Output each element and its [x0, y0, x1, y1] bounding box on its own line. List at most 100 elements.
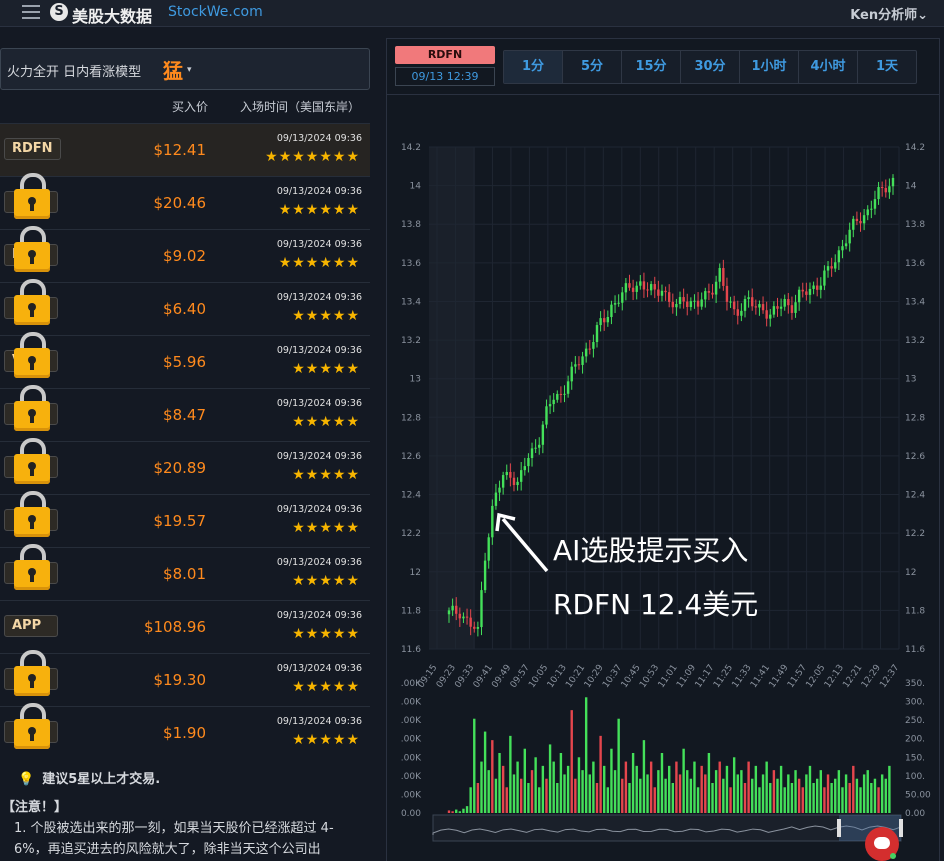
model-strength: 猛	[163, 59, 183, 83]
candle-body	[491, 505, 494, 538]
lock-icon[interactable]	[12, 332, 52, 380]
timeframe-button[interactable]: 1分	[504, 51, 563, 83]
candle-body	[577, 364, 581, 366]
candle-body	[523, 466, 527, 471]
stock-pick-row[interactable]: $8.47 09/13/2024 09:36 ★★★★★	[0, 385, 370, 441]
volume-bar	[595, 783, 599, 813]
candlestick-chart[interactable]: 11.6 11.6 11.8 11.8 12 12 12.2 12.2 12.4 12.4 12.6…	[387, 135, 939, 861]
volume-axis-label-right: 0.00	[905, 809, 925, 819]
candle-body	[646, 289, 649, 291]
candle-body	[639, 281, 642, 286]
candle-body	[613, 303, 617, 305]
candle-body	[700, 299, 703, 307]
volume-bar	[830, 783, 833, 813]
volume-bar	[563, 774, 566, 813]
candle-body	[834, 262, 837, 269]
candle-body	[736, 309, 739, 316]
candle-body	[660, 290, 664, 296]
candle-body	[808, 288, 812, 295]
candle-body	[751, 297, 754, 307]
stock-pick-row[interactable]: $20.46 09/13/2024 09:36 ★★★★★★	[0, 173, 370, 229]
candle-body	[689, 301, 693, 308]
entry-time: 09/13/2024 09:36	[276, 292, 362, 303]
candle-body	[880, 187, 884, 189]
candle-body	[671, 301, 675, 308]
stock-pick-row[interactable]: $6.40 09/13/2024 09:36 ★★★★★	[0, 279, 370, 335]
volume-bar	[714, 770, 718, 813]
volume-bar	[761, 774, 765, 813]
stock-pick-list: RDFN $12.41 09/13/2024 09:36 ★★★★★★★ $20.46 0…	[0, 123, 370, 759]
model-label: 火力全开 日内看涨模型	[7, 65, 142, 80]
volume-bar	[769, 783, 772, 813]
menu-icon[interactable]	[22, 5, 40, 19]
chat-button[interactable]	[865, 827, 899, 861]
candle-body	[447, 610, 451, 615]
volume-bar	[653, 787, 656, 813]
volume-bar	[704, 774, 707, 813]
volume-bar	[566, 765, 570, 813]
logo-domain[interactable]: StockWe.com	[168, 4, 263, 20]
volume-bar	[660, 753, 664, 813]
ticker-badge[interactable]: RDFN	[4, 138, 61, 160]
candle-body	[758, 304, 761, 308]
stock-pick-row[interactable]: $20.89 09/13/2024 09:36 ★★★★★	[0, 438, 370, 494]
timeframe-button[interactable]: 5分	[563, 51, 622, 83]
lock-icon[interactable]	[12, 544, 52, 592]
volume-bar	[501, 765, 505, 813]
rating-stars: ★★★★★★	[278, 255, 360, 271]
volume-bar	[473, 718, 476, 813]
price-axis-label-left: 11.6	[401, 645, 421, 655]
volume-bar	[873, 778, 877, 813]
lock-icon[interactable]	[12, 703, 52, 751]
user-menu[interactable]: Ken分析师⌄	[850, 4, 928, 23]
stock-pick-row[interactable]: $19.57 09/13/2024 09:36 ★★★★★	[0, 491, 370, 547]
stock-pick-row[interactable]: RDFN $12.41 09/13/2024 09:36 ★★★★★★★	[0, 123, 370, 176]
volume-bar	[794, 770, 797, 813]
timeframe-button[interactable]: 30分	[681, 51, 740, 83]
volume-bar	[483, 731, 487, 813]
stock-pick-row[interactable]: APP $108.96 09/13/2024 09:36 ★★★★★	[0, 600, 370, 653]
price-axis-label-right: 12.6	[905, 452, 925, 462]
candle-body	[743, 299, 747, 311]
volume-bar	[599, 735, 602, 813]
volume-bar	[693, 761, 696, 813]
lock-icon[interactable]	[12, 226, 52, 274]
lock-icon[interactable]	[12, 173, 52, 221]
stock-pick-row[interactable]: V$5.9609/13/2024 09:36★★★★★	[0, 332, 370, 388]
price-axis-label-right: 13.2	[905, 336, 925, 346]
lock-icon[interactable]	[12, 491, 52, 539]
ticker-badge[interactable]: APP	[4, 615, 58, 637]
price-axis-label-left: 13.2	[401, 336, 421, 346]
lock-icon[interactable]	[12, 650, 52, 698]
volume-bar	[732, 757, 736, 813]
lock-icon[interactable]	[12, 438, 52, 486]
volume-axis-label-left: .00K	[401, 679, 422, 689]
lock-icon[interactable]	[12, 385, 52, 433]
model-selector[interactable]: 火力全开 日内看涨模型 猛 ▾	[0, 48, 370, 90]
timeframe-button[interactable]: 1天	[858, 51, 916, 83]
volume-bar	[678, 774, 682, 813]
volume-bar	[848, 783, 851, 813]
lock-icon[interactable]	[12, 279, 52, 327]
timeframe-button[interactable]: 4小时	[799, 51, 858, 83]
stock-pick-row[interactable]: $19.30 09/13/2024 09:36 ★★★★★	[0, 650, 370, 706]
stock-pick-panel: 火力全开 日内看涨模型 猛 ▾ 买入价 入场时间（美国东岸） RDFN $12.4…	[0, 44, 370, 860]
candle-body	[769, 314, 772, 319]
stock-pick-row[interactable]: F$9.0209/13/2024 09:36★★★★★★	[0, 226, 370, 282]
entry-time: 09/13/2024 09:36	[276, 398, 362, 409]
timeframe-button[interactable]: 15分	[622, 51, 681, 83]
candle-body	[682, 297, 685, 302]
entry-time: 09/13/2024 09:36	[276, 557, 362, 568]
volume-bar	[725, 765, 729, 813]
volume-bar	[556, 783, 559, 813]
volume-bar	[707, 753, 711, 813]
candle-body	[556, 393, 559, 400]
candle-body	[765, 310, 768, 319]
stock-pick-row[interactable]: $1.90 09/13/2024 09:36 ★★★★★	[0, 703, 370, 759]
timeframe-button[interactable]: 1小时	[740, 51, 799, 83]
buy-price: $5.96	[163, 353, 206, 371]
candle-body	[451, 605, 454, 611]
stock-pick-row[interactable]: $8.01 09/13/2024 09:36 ★★★★★	[0, 544, 370, 600]
volume-bar	[779, 765, 783, 813]
entry-time: 09/13/2024 09:36	[276, 716, 362, 727]
